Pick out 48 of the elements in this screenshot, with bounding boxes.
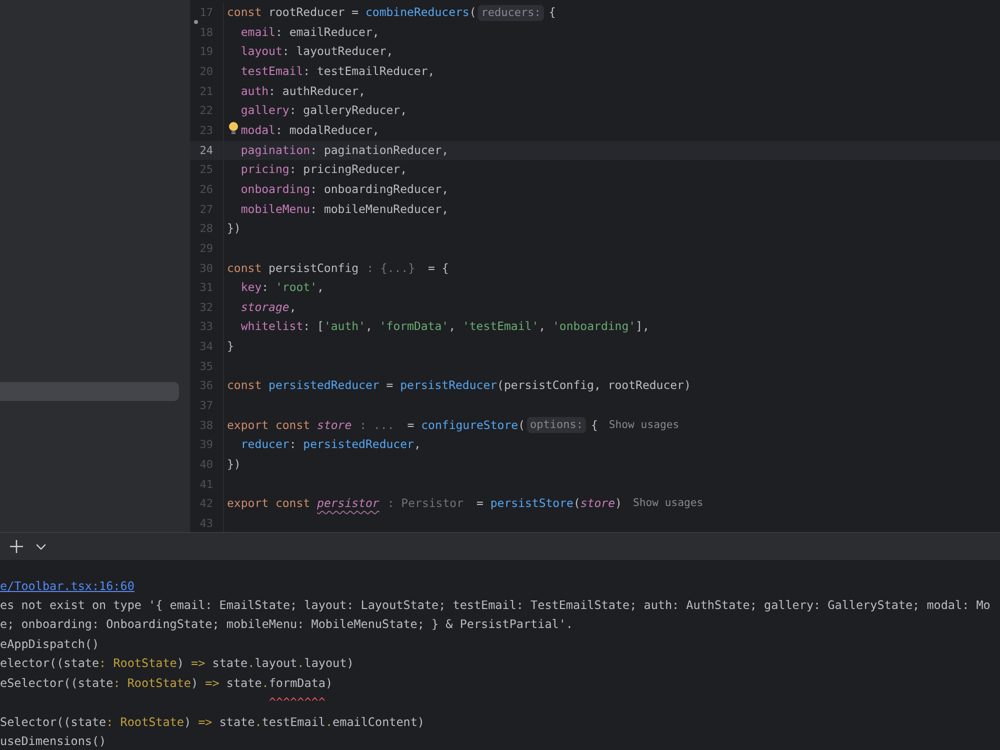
code-text: } xyxy=(227,338,234,356)
inlay-hint: options: xyxy=(527,417,586,434)
code-text: const persistedReducer = persistReducer(persistConfig, rootReducer) xyxy=(227,377,691,394)
code-text: storage, xyxy=(240,298,296,316)
terminal-line: eSelector((state: RootState) => state.formData) xyxy=(0,674,333,692)
show-usages-link[interactable]: Show usages xyxy=(608,416,680,436)
inlay-hint: reducers: xyxy=(478,5,544,21)
terminal-line: elector((state: RootState) => state.layout.layout) xyxy=(0,655,354,672)
code-text: pagination: paginationReducer, xyxy=(240,142,449,159)
code-text: const persistConfig xyxy=(227,260,359,277)
code-text: layout: layoutReducer, xyxy=(240,43,394,60)
line-number: 24 xyxy=(200,142,213,159)
code-text: email: emailReducer, xyxy=(240,24,380,41)
code-text: auth: authReducer, xyxy=(240,82,366,100)
terminal-line: Selector((state: RootState) => state.testEmail.emailContent) xyxy=(0,714,425,731)
code-text: key: 'root', xyxy=(240,279,324,296)
code-text: = persistStore(store) xyxy=(476,495,622,512)
code-text: export const store xyxy=(227,416,352,434)
file-link[interactable]: e/Toolbar.tsx:16:60 xyxy=(0,576,134,596)
code-text: }) xyxy=(227,456,241,473)
terminal-line: useDimensions() xyxy=(0,733,106,750)
code-text: const rootReducer = combineReducers( xyxy=(227,4,476,22)
code-text: whitelist: ['auth', 'formData', 'testEmail', 'onboarding'], xyxy=(240,318,650,336)
chevron-down-icon[interactable] xyxy=(36,544,46,550)
code-text: { xyxy=(590,416,598,434)
terminal-line: e; onboarding: OnboardingState; mobileMenu: MobileMenuState; } & PersistPartial'. xyxy=(0,616,574,634)
code-text: = { xyxy=(428,260,449,277)
code-text: export const persistor xyxy=(227,495,380,512)
terminal-line: eAppDispatch() xyxy=(0,636,100,653)
code-text: mobileMenu: mobileMenuReducer, xyxy=(240,200,449,218)
type-hint: : Persistor xyxy=(387,495,464,512)
code-text: = configureStore( xyxy=(407,416,525,434)
lightbulb-icon[interactable] xyxy=(229,122,238,134)
code-text: { xyxy=(548,4,556,22)
show-usages-link[interactable]: Show usages xyxy=(632,494,704,514)
code-text: modal: modalReducer, xyxy=(240,122,380,140)
add-icon[interactable] xyxy=(10,540,23,553)
code-text: reducer: persistedReducer, xyxy=(240,436,421,454)
code-text: testEmail: testEmailReducer, xyxy=(240,63,435,80)
code-text: pricing: pricingReducer, xyxy=(240,161,408,178)
type-hint: : ... xyxy=(360,416,394,434)
code-text: onboarding: onboardingReducer, xyxy=(240,180,449,198)
terminal-line: es not exist on type '{ email: EmailState; layout: LayoutState; testEmail: TestEmailState; auth: AuthState; gallery: GalleryState; modal: Mo xyxy=(0,596,990,614)
error-marker: ^^^^^^^^ xyxy=(268,694,326,712)
type-hint: : {...} xyxy=(366,260,416,277)
code-text: gallery: galleryReducer, xyxy=(240,102,408,120)
gutter-dot-icon[interactable] xyxy=(194,20,198,24)
code-text: }) xyxy=(227,220,241,238)
